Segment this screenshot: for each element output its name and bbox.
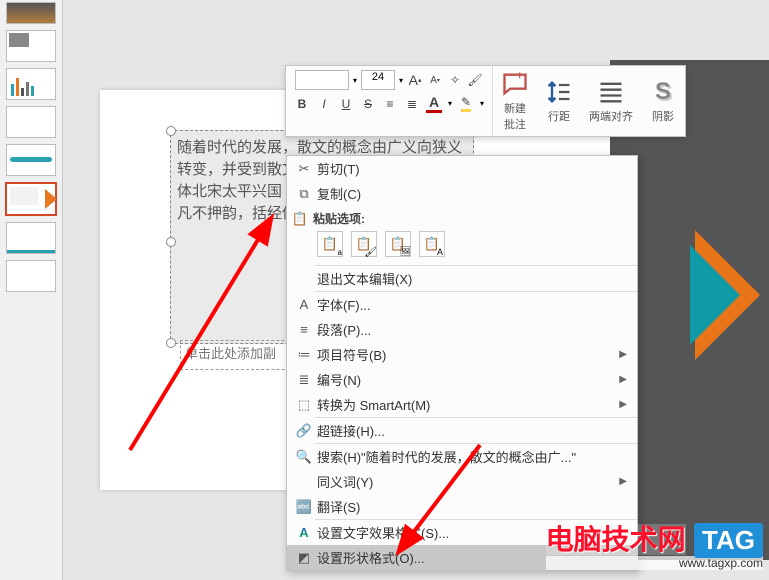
shadow-label: 阴影: [652, 108, 674, 124]
placeholder-text: 单击此处添加副: [185, 346, 276, 361]
paste-icon: 📋: [287, 211, 313, 227]
numbering-icon[interactable]: ≣: [404, 96, 420, 112]
paragraph-icon: ≡: [291, 322, 317, 337]
paste-text-only[interactable]: 📋A: [419, 231, 445, 257]
copy-icon: ⧉: [291, 186, 317, 202]
context-menu: ✂ 剪切(T) ⧉ 复制(C) 📋 粘贴选项: 📋a 📋🖌 📋🖼 📋A 退出文本…: [286, 155, 638, 571]
ctx-smartart[interactable]: ⬚ 转换为 SmartArt(M) ▶: [287, 392, 637, 417]
slide-thumbnail[interactable]: [6, 2, 56, 24]
slide-chevron-teal: [690, 245, 740, 345]
slide-thumbnail[interactable]: [6, 222, 56, 254]
search-icon: 🔍: [291, 449, 317, 465]
submenu-arrow-icon: ▶: [619, 399, 627, 410]
slide-thumbnail[interactable]: [6, 30, 56, 62]
clear-formatting-icon[interactable]: ✧: [447, 72, 463, 88]
watermark: 电脑技术网 TAG www.tagxp.com: [546, 518, 763, 570]
hyperlink-icon: 🔗: [291, 423, 317, 439]
numbering-icon: ≣: [291, 372, 317, 388]
translate-icon: 🔤: [291, 499, 317, 515]
ctx-hyperlink[interactable]: 🔗 超链接(H)...: [287, 418, 637, 443]
line-spacing-label: 行距: [548, 108, 570, 124]
ctx-numbering[interactable]: ≣ 编号(N) ▶: [287, 367, 637, 392]
justify-icon: [597, 78, 625, 106]
highlight-dropdown[interactable]: ▾: [480, 99, 484, 108]
slide-thumbnail-selected[interactable]: [5, 182, 57, 216]
submenu-arrow-icon: ▶: [619, 476, 627, 487]
line-spacing-icon: [545, 78, 573, 106]
highlight-button[interactable]: ✎: [458, 96, 474, 112]
slide-thumbnail[interactable]: [6, 260, 56, 292]
slide-thumbnail[interactable]: [6, 106, 56, 138]
ctx-copy[interactable]: ⧉ 复制(C): [287, 181, 637, 206]
watermark-url: www.tagxp.com: [546, 556, 763, 570]
underline-button[interactable]: U: [338, 96, 354, 112]
paste-picture[interactable]: 📋🖼: [385, 231, 411, 257]
watermark-text: 电脑技术网: [546, 524, 686, 555]
ctx-paste-options-section: 📋 粘贴选项: 📋a 📋🖌 📋🖼 📋A: [287, 206, 637, 265]
comment-icon: [501, 70, 529, 98]
bold-button[interactable]: B: [294, 96, 310, 112]
slide-thumbnails-panel[interactable]: [0, 0, 63, 580]
decrease-font-icon[interactable]: A▾: [427, 72, 443, 88]
font-color-dropdown[interactable]: ▾: [448, 99, 452, 108]
slide-thumbnail[interactable]: [6, 68, 56, 100]
ctx-synonym[interactable]: 同义词(Y) ▶: [287, 469, 637, 494]
shadow-button[interactable]: S 阴影: [641, 66, 685, 136]
format-painter-icon[interactable]: 🖌: [467, 72, 483, 88]
ctx-cut[interactable]: ✂ 剪切(T): [287, 156, 637, 181]
new-comment-button[interactable]: 新建 批注: [493, 66, 537, 136]
justify-button[interactable]: 两端对齐: [581, 66, 641, 136]
font-icon: A: [291, 297, 317, 312]
font-size-combo[interactable]: 24: [361, 70, 395, 90]
slide-thumbnail[interactable]: [6, 144, 56, 176]
paste-keep-source[interactable]: 📋a: [317, 231, 343, 257]
paste-options-title: 粘贴选项:: [313, 210, 365, 227]
mini-formatting-toolbar: ▾ 24 ▾ A▴ A▾ ✧ 🖌 B I U S ≡ ≣ A ▾ ✎ ▾ 新建 …: [285, 65, 686, 137]
bullets-icon: ≔: [291, 347, 317, 363]
font-color-button[interactable]: A: [426, 94, 442, 113]
line-spacing-button[interactable]: 行距: [537, 66, 581, 136]
increase-font-icon[interactable]: A▴: [407, 72, 423, 88]
text-effects-icon: A: [291, 525, 317, 540]
submenu-arrow-icon: ▶: [619, 349, 627, 360]
ctx-search[interactable]: 🔍 搜索(H)"随着时代的发展，散文的概念由广...": [287, 444, 637, 469]
ctx-exit-text-edit[interactable]: 退出文本编辑(X): [287, 266, 637, 291]
ctx-bullets[interactable]: ≔ 项目符号(B) ▶: [287, 342, 637, 367]
strike-button[interactable]: S: [360, 96, 376, 112]
watermark-tag: TAG: [694, 523, 763, 558]
ctx-translate[interactable]: 🔤 翻译(S): [287, 494, 637, 519]
shape-format-icon: ◩: [291, 550, 317, 566]
submenu-arrow-icon: ▶: [619, 374, 627, 385]
bullets-icon[interactable]: ≡: [382, 96, 398, 112]
ctx-font[interactable]: A 字体(F)...: [287, 292, 637, 317]
paste-merge[interactable]: 📋🖌: [351, 231, 377, 257]
smartart-icon: ⬚: [291, 397, 317, 413]
cut-icon: ✂: [291, 161, 317, 177]
shadow-icon: S: [649, 78, 677, 106]
ctx-paragraph[interactable]: ≡ 段落(P)...: [287, 317, 637, 342]
justify-label: 两端对齐: [589, 108, 633, 124]
font-name-combo[interactable]: [295, 70, 349, 90]
new-comment-label: 新建 批注: [504, 100, 526, 132]
font-dropdown-arrow[interactable]: ▾: [353, 76, 357, 85]
italic-button[interactable]: I: [316, 96, 332, 112]
font-size-dropdown-arrow[interactable]: ▾: [399, 76, 403, 85]
